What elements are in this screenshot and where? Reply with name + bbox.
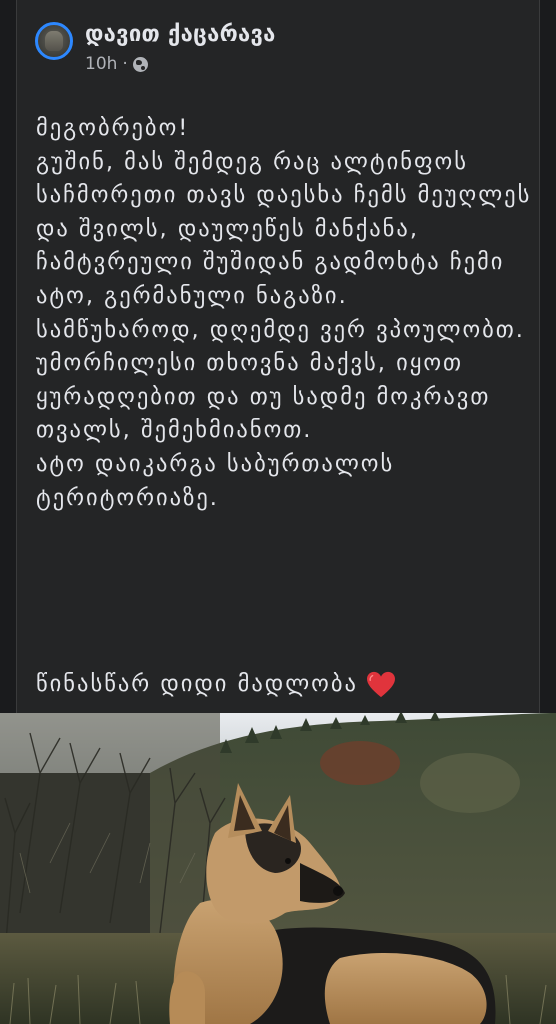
post-meta: დავით ქაცარავა 10h · (85, 22, 276, 74)
post-thanks: წინასწარ დიდი მადლობა (36, 668, 396, 702)
avatar-image (45, 31, 63, 51)
post-header: დავით ქაცარავა 10h · (35, 22, 276, 74)
post-body: მეგობრებო! გუშინ, მას შემდეგ რაც ალტინფო… (36, 115, 532, 511)
post-subline: 10h · (85, 54, 276, 74)
author-name[interactable]: დავით ქაცარავა (85, 22, 276, 48)
heart-icon (366, 671, 395, 697)
globe-icon[interactable] (132, 56, 148, 72)
post-photo[interactable] (0, 713, 556, 1024)
thanks-text: წინასწარ დიდი მადლობა (36, 671, 358, 697)
post-card: დავით ქაცარავა 10h · მეგობრებო! გუშინ, მ… (16, 0, 540, 713)
separator-dot: · (122, 54, 128, 74)
post-time[interactable]: 10h (85, 54, 117, 74)
dog-photo (0, 713, 556, 1024)
avatar[interactable] (35, 22, 73, 60)
